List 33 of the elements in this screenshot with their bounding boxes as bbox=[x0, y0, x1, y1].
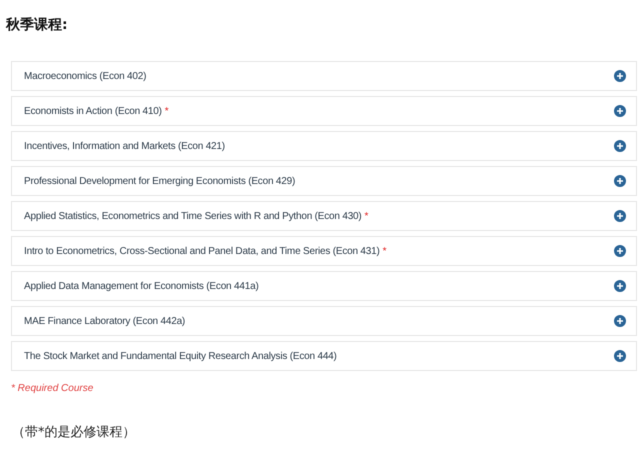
required-mark: * bbox=[164, 106, 169, 116]
expand-icon[interactable] bbox=[614, 140, 626, 152]
required-mark: * bbox=[364, 210, 368, 222]
required-legend: * Required Course bbox=[11, 383, 637, 394]
expand-icon[interactable] bbox=[614, 70, 626, 82]
course-title: Professional Development for Emerging Economists (Econ 429) bbox=[24, 176, 296, 186]
course-title: Intro to Econometrics, Cross-Sectional and Panel Data, and Time Series (Econ 431) bbox=[24, 246, 380, 256]
course-accordion-item[interactable]: MAE Finance Laboratory (Econ 442a) bbox=[11, 306, 637, 336]
expand-icon[interactable] bbox=[614, 350, 626, 362]
course-accordion-item[interactable]: Applied Statistics, Econometrics and Time Series with R and Python (Econ 430) * bbox=[11, 201, 637, 231]
course-accordion-item[interactable]: Applied Data Management for Economists (Econ 441a) bbox=[11, 271, 637, 301]
expand-icon[interactable] bbox=[614, 315, 626, 327]
course-title: Economists in Action (Econ 410) bbox=[24, 106, 162, 116]
section-heading: 秋季课程: bbox=[6, 16, 69, 34]
course-title: Applied Statistics, Econometrics and Time Series with R and Python (Econ 430) bbox=[24, 210, 362, 222]
course-title: MAE Finance Laboratory (Econ 442a) bbox=[24, 316, 186, 326]
course-accordion-item[interactable]: The Stock Market and Fundamental Equity Research Analysis (Econ 444) bbox=[11, 341, 637, 371]
course-accordion-item[interactable]: Macroeconomics (Econ 402) bbox=[11, 61, 637, 91]
expand-icon[interactable] bbox=[614, 175, 626, 187]
expand-icon[interactable] bbox=[614, 280, 626, 292]
expand-icon[interactable] bbox=[614, 210, 626, 222]
course-title: Macroeconomics (Econ 402) bbox=[24, 70, 146, 82]
course-title: Incentives, Information and Markets (Econ 421) bbox=[24, 140, 225, 152]
course-title: Applied Data Management for Economists (Econ 441a) bbox=[24, 280, 259, 292]
note-text: （带*的是必修课程） bbox=[12, 424, 136, 441]
course-accordion-item[interactable]: Professional Development for Emerging Economists (Econ 429) bbox=[11, 166, 637, 196]
course-accordion-item[interactable]: Intro to Econometrics, Cross-Sectional and Panel Data, and Time Series (Econ 431) * bbox=[11, 236, 637, 266]
expand-icon[interactable] bbox=[614, 245, 626, 257]
required-mark: * bbox=[382, 246, 387, 256]
expand-icon[interactable] bbox=[614, 105, 626, 117]
course-accordion-item[interactable]: Incentives, Information and Markets (Econ 421) bbox=[11, 131, 637, 161]
course-title: The Stock Market and Fundamental Equity Research Analysis (Econ 444) bbox=[24, 350, 337, 362]
course-accordion-item[interactable]: Economists in Action (Econ 410) * bbox=[11, 96, 637, 126]
